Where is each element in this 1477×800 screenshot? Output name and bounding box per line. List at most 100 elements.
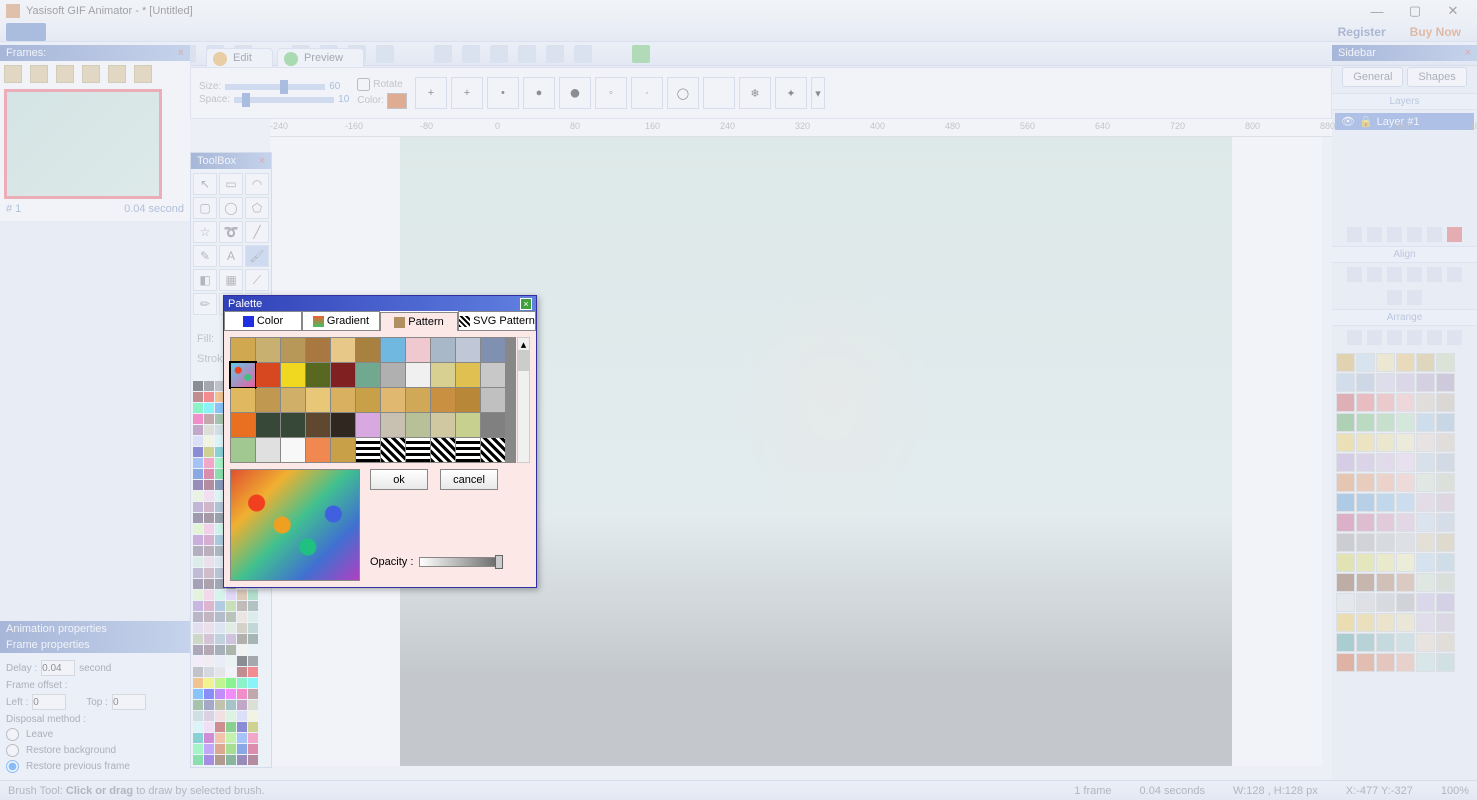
brush-shape[interactable]: +: [415, 77, 447, 109]
tool-swatch[interactable]: [193, 590, 203, 600]
tab-shapes[interactable]: Shapes: [1407, 67, 1466, 87]
pattern-swatch[interactable]: [356, 338, 380, 362]
color-swatch[interactable]: [1416, 433, 1435, 452]
tool-node[interactable]: ▭: [219, 173, 243, 195]
layer-delete[interactable]: [1447, 227, 1462, 242]
tool-swatch[interactable]: [237, 722, 247, 732]
tool-swatch[interactable]: [204, 524, 214, 534]
rotate-checkbox[interactable]: [357, 78, 370, 91]
tool-swatch[interactable]: [237, 645, 247, 655]
tool-spiral[interactable]: ➰: [219, 221, 243, 243]
tool-swatch[interactable]: [226, 645, 236, 655]
tool-swatch[interactable]: [248, 634, 258, 644]
tool-swatch[interactable]: [204, 480, 214, 490]
tool-swatch[interactable]: [226, 623, 236, 633]
pattern-swatch[interactable]: [406, 338, 430, 362]
tool-swatch[interactable]: [204, 392, 214, 402]
arrange-tool[interactable]: [1387, 330, 1402, 345]
top-input[interactable]: [112, 694, 146, 710]
color-swatch[interactable]: [1396, 533, 1415, 552]
tool-swatch[interactable]: [226, 733, 236, 743]
tool-swatch[interactable]: [237, 755, 247, 765]
color-swatch[interactable]: [1336, 493, 1355, 512]
tool-swatch[interactable]: [204, 590, 214, 600]
color-swatch[interactable]: [1356, 413, 1375, 432]
pattern-swatch[interactable]: [381, 413, 405, 437]
tool-swatch[interactable]: [193, 425, 203, 435]
palette-close-button[interactable]: ×: [520, 298, 532, 310]
tool-swatch[interactable]: [237, 623, 247, 633]
color-swatch[interactable]: [1416, 353, 1435, 372]
frame-tool[interactable]: [30, 65, 48, 83]
tool-text[interactable]: A: [219, 245, 243, 267]
brush-shape[interactable]: ◦: [595, 77, 627, 109]
delay-input[interactable]: [41, 660, 75, 676]
tool-swatch[interactable]: [204, 733, 214, 743]
pattern-swatch[interactable]: [406, 363, 430, 387]
color-swatch[interactable]: [1436, 513, 1455, 532]
tool-swatch[interactable]: [193, 744, 203, 754]
color-swatch[interactable]: [1356, 373, 1375, 392]
tool-swatch[interactable]: [237, 711, 247, 721]
tool-swatch[interactable]: [215, 722, 225, 732]
pattern-swatch[interactable]: [256, 388, 280, 412]
tool-swatch[interactable]: [204, 447, 214, 457]
pattern-scrollbar[interactable]: ▴: [517, 337, 530, 463]
color-swatch[interactable]: [1396, 473, 1415, 492]
left-input[interactable]: [32, 694, 66, 710]
tool-swatch[interactable]: [226, 744, 236, 754]
color-swatch[interactable]: [1376, 613, 1395, 632]
color-swatch[interactable]: [1356, 433, 1375, 452]
tool-swatch[interactable]: [193, 392, 203, 402]
color-swatch[interactable]: [1356, 553, 1375, 572]
tool-swatch[interactable]: [193, 458, 203, 468]
tool-swatch[interactable]: [193, 601, 203, 611]
color-swatch[interactable]: [1396, 393, 1415, 412]
pattern-swatch[interactable]: [431, 413, 455, 437]
disposal-restore-bg-radio[interactable]: [6, 744, 19, 757]
pattern-swatch[interactable]: [456, 438, 480, 462]
buy-link[interactable]: Buy Now: [1410, 25, 1461, 39]
pattern-swatch[interactable]: [431, 363, 455, 387]
tab-general[interactable]: General: [1342, 67, 1403, 87]
opacity-slider[interactable]: [419, 557, 501, 567]
color-swatch[interactable]: [1376, 393, 1395, 412]
tool-swatch[interactable]: [226, 634, 236, 644]
tool-swatch[interactable]: [204, 381, 214, 391]
tool-dropper[interactable]: ⟋: [245, 269, 269, 291]
color-swatch[interactable]: [1436, 453, 1455, 472]
color-swatch[interactable]: [1416, 613, 1435, 632]
pattern-swatch[interactable]: [281, 388, 305, 412]
tool-swatch[interactable]: [248, 700, 258, 710]
color-swatch[interactable]: [1436, 373, 1455, 392]
tool-swatch[interactable]: [248, 667, 258, 677]
color-swatch[interactable]: [1436, 573, 1455, 592]
arrange-tool[interactable]: [1447, 330, 1462, 345]
color-swatch[interactable]: [1336, 633, 1355, 652]
color-swatch[interactable]: [1376, 653, 1395, 672]
arrange-tool[interactable]: [1347, 330, 1362, 345]
tool-swatch[interactable]: [215, 590, 225, 600]
layer-tool[interactable]: [1367, 227, 1382, 242]
arrange-tool[interactable]: [1367, 330, 1382, 345]
tool-swatch[interactable]: [226, 656, 236, 666]
color-swatch[interactable]: [1436, 473, 1455, 492]
tool-swatch[interactable]: [193, 612, 203, 622]
color-swatch[interactable]: [1416, 633, 1435, 652]
tool-swatch[interactable]: [193, 436, 203, 446]
color-swatch[interactable]: [1356, 633, 1375, 652]
color-swatch[interactable]: [1396, 593, 1415, 612]
color-swatch[interactable]: [1336, 533, 1355, 552]
pattern-swatch[interactable]: [381, 338, 405, 362]
color-swatch[interactable]: [1376, 533, 1395, 552]
tool-swatch[interactable]: [215, 700, 225, 710]
tool-swatch[interactable]: [204, 568, 214, 578]
color-swatch[interactable]: [1376, 493, 1395, 512]
tool-swatch[interactable]: [193, 403, 203, 413]
layer-tool[interactable]: [1407, 227, 1422, 242]
tool-eraser[interactable]: ◧: [193, 269, 217, 291]
tab-edit[interactable]: Edit: [206, 48, 273, 67]
tool-swatch[interactable]: [204, 656, 214, 666]
pattern-swatch[interactable]: [381, 438, 405, 462]
tool-swatch[interactable]: [248, 733, 258, 743]
